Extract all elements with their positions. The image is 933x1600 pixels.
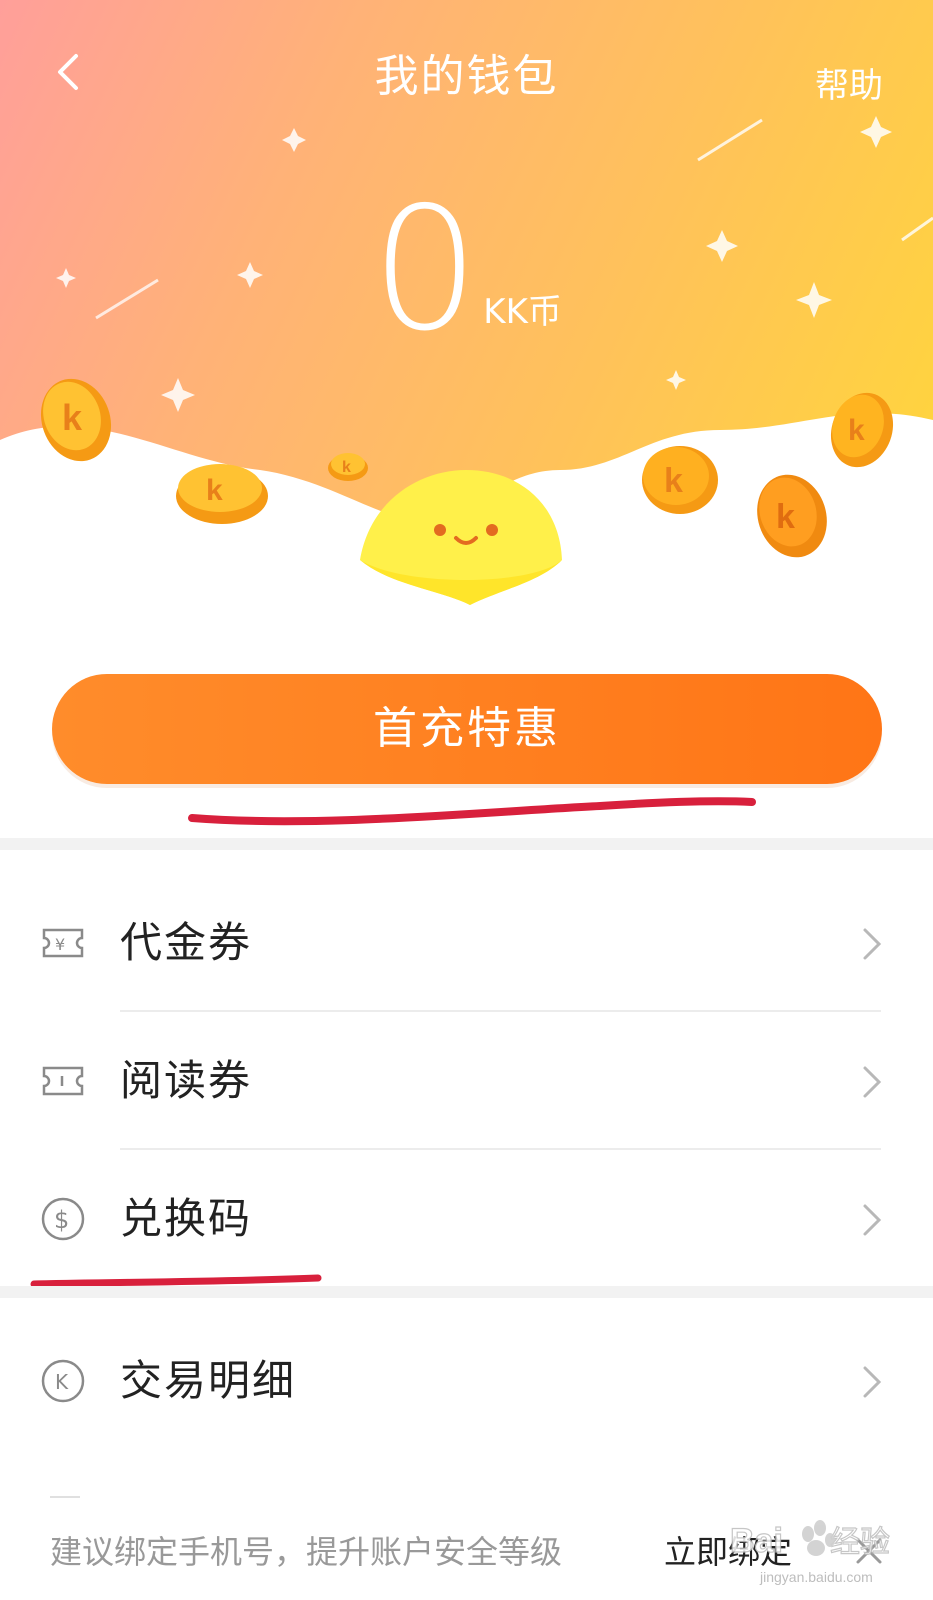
- chevron-right-icon: [863, 1066, 882, 1098]
- menu-item-label: 代金券: [120, 918, 253, 967]
- balance-amount: 0: [371, 171, 480, 369]
- menu-item-voucher[interactable]: ¥ 代金券: [0, 874, 933, 1010]
- svg-text:k: k: [776, 498, 795, 536]
- close-icon[interactable]: [852, 1534, 886, 1568]
- bind-phone-tip: 建议绑定手机号，提升账户安全等级: [50, 1533, 563, 1571]
- bind-now-button[interactable]: 立即绑定: [664, 1532, 792, 1572]
- footer-rule: [50, 1496, 80, 1498]
- svg-text:¥: ¥: [55, 935, 65, 954]
- help-link[interactable]: 帮助: [815, 66, 883, 106]
- chevron-right-icon: [863, 1204, 882, 1236]
- svg-text:k: k: [664, 462, 683, 500]
- balance-display: 0 KK币: [0, 185, 933, 355]
- page-title: 我的钱包: [374, 51, 559, 102]
- chevron-right-icon: [863, 1366, 882, 1398]
- section-separator: [0, 838, 933, 850]
- bind-phone-banner: 建议绑定手机号，提升账户安全等级 立即绑定: [0, 1496, 933, 1600]
- svg-text:k: k: [342, 459, 351, 476]
- first-recharge-promo-button[interactable]: 首充特惠: [52, 674, 882, 784]
- wallet-header-banner: k k k k k k 我的钱包 帮助 0 KK币: [0, 0, 933, 640]
- menu-item-reading-ticket[interactable]: 阅读券: [0, 1012, 933, 1148]
- voucher-yen-icon: ¥: [42, 928, 84, 958]
- svg-text:k: k: [62, 397, 83, 438]
- balance-unit: KK币: [483, 292, 562, 332]
- menu-item-label: 阅读券: [120, 1056, 253, 1105]
- section-separator: [0, 1286, 933, 1298]
- svg-text:$: $: [54, 1206, 69, 1234]
- svg-text:k: k: [206, 474, 223, 507]
- menu-item-transactions[interactable]: K 交易明细: [0, 1312, 933, 1448]
- menu-item-redeem-code[interactable]: $ 兑换码: [0, 1150, 933, 1286]
- k-circle-icon: K: [41, 1359, 85, 1403]
- reading-ticket-icon: [42, 1066, 84, 1096]
- svg-text:k: k: [848, 414, 865, 447]
- dollar-circle-icon: $: [41, 1197, 85, 1241]
- chevron-right-icon: [863, 928, 882, 960]
- menu-item-label: 兑换码: [120, 1194, 253, 1243]
- svg-text:K: K: [55, 1370, 69, 1394]
- menu-item-label: 交易明细: [120, 1356, 297, 1405]
